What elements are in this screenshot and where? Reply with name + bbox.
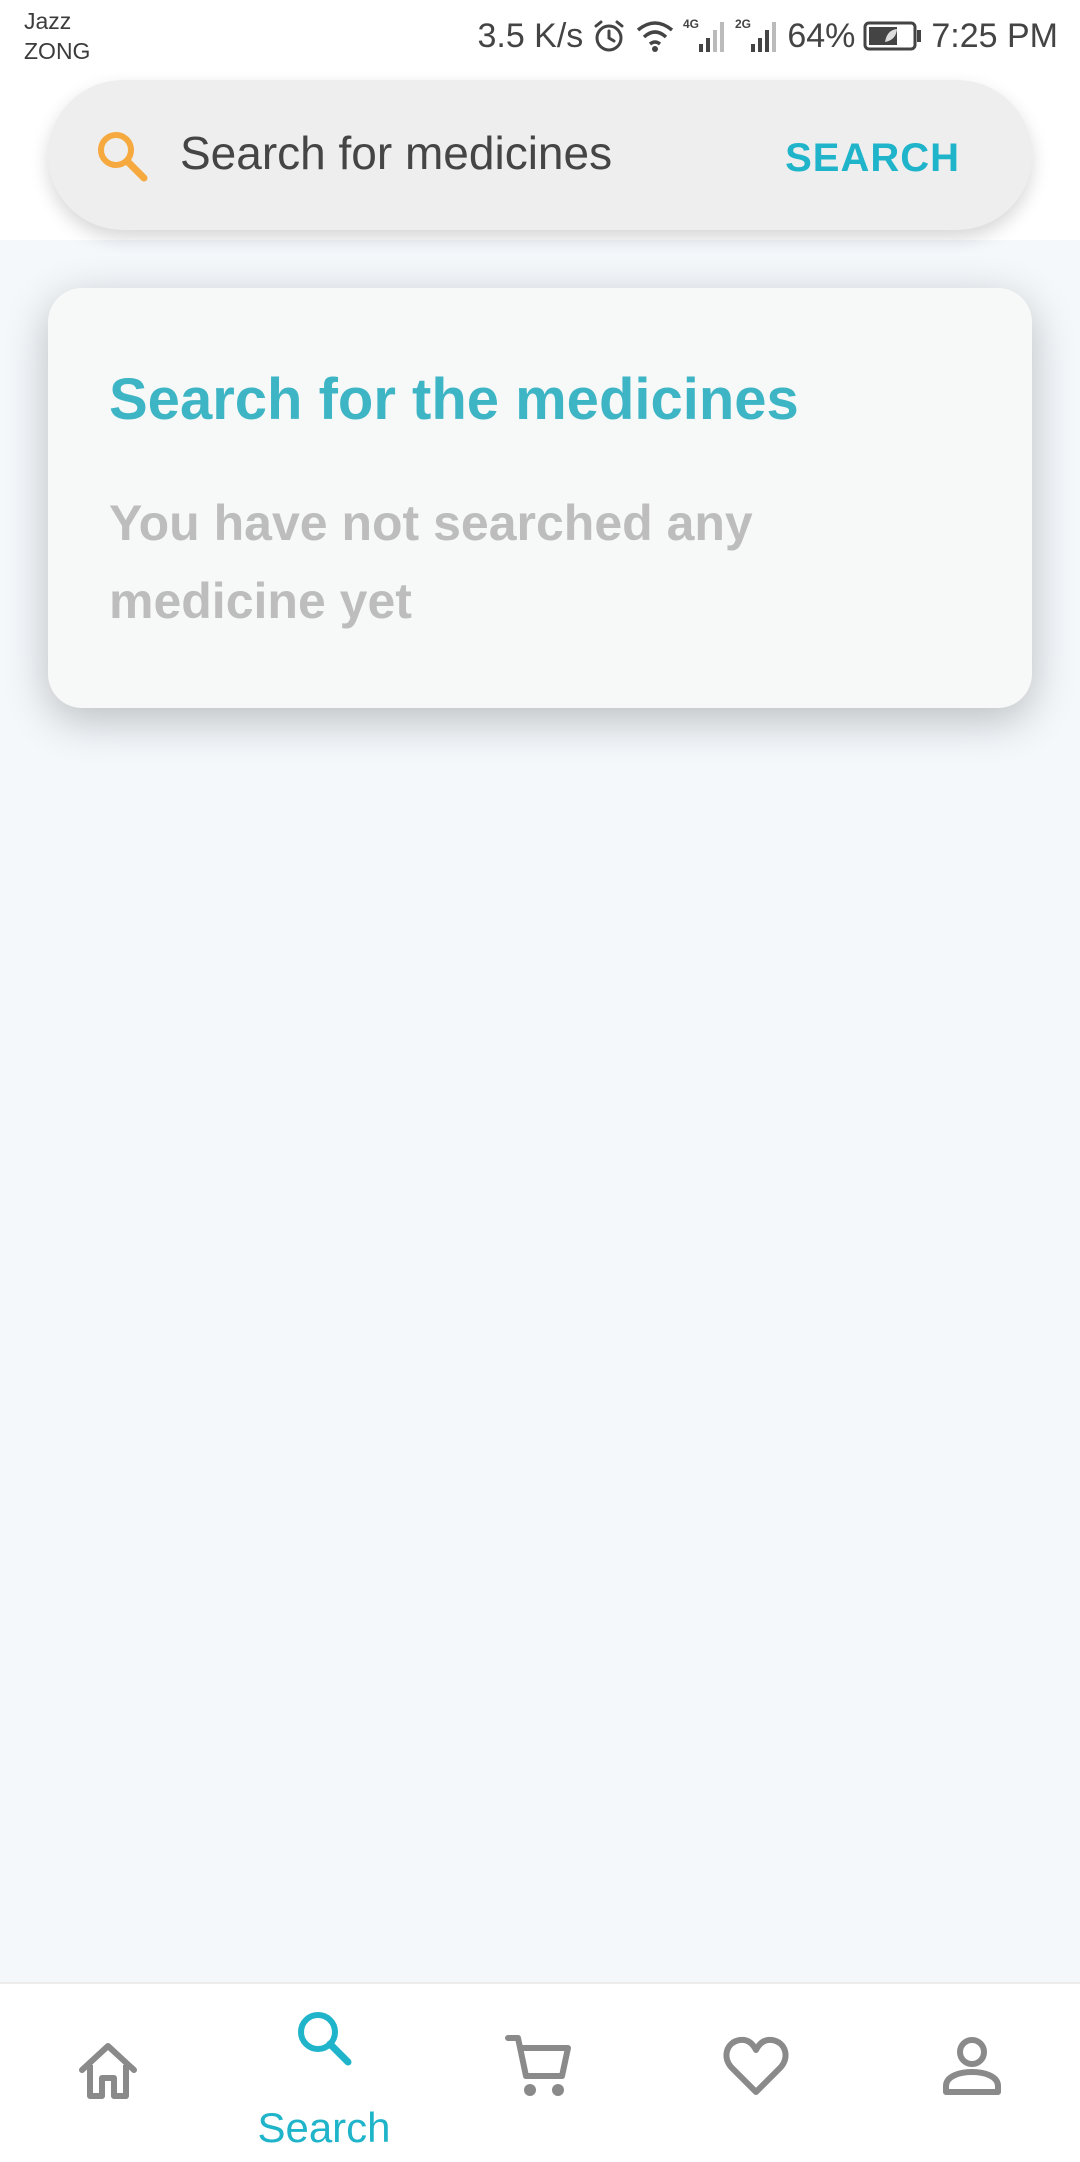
person-icon bbox=[943, 2037, 1001, 2095]
search-icon bbox=[298, 2012, 352, 2066]
svg-text:2G: 2G bbox=[735, 17, 751, 31]
2g-signal-icon: 2G bbox=[735, 16, 779, 56]
empty-state-card: Search for the medicines You have not se… bbox=[48, 288, 1032, 708]
4g-signal-icon: 4G bbox=[683, 16, 727, 56]
svg-text:4G: 4G bbox=[683, 17, 699, 31]
nav-label-search: Search bbox=[257, 2104, 391, 2151]
status-bar: Jazz ZONG 3.5 K/s 4G 2G 64% 7:25 PM bbox=[0, 0, 1080, 72]
empty-state-title: Search for the medicines bbox=[109, 367, 799, 432]
bottom-navigation: Search bbox=[0, 1982, 1080, 2162]
search-button[interactable]: SEARCH bbox=[785, 130, 960, 186]
search-bar[interactable]: SEARCH bbox=[48, 80, 1032, 230]
nav-item-cart[interactable] bbox=[432, 1984, 648, 2162]
carrier-1: Jazz bbox=[24, 8, 72, 34]
network-speed: 3.5 K/s bbox=[477, 16, 584, 55]
heart-icon bbox=[723, 2036, 789, 2095]
wifi-icon bbox=[635, 18, 675, 54]
nav-item-home[interactable] bbox=[0, 1984, 216, 2162]
home-icon bbox=[79, 2043, 137, 2099]
status-indicators: 3.5 K/s 4G 2G 64% 7:25 PM bbox=[477, 12, 1058, 60]
nav-item-search[interactable]: Search bbox=[216, 1984, 432, 2162]
search-icon bbox=[92, 126, 154, 193]
cart-icon bbox=[505, 2035, 571, 2096]
nav-item-favorites[interactable] bbox=[648, 1984, 864, 2162]
clock-time: 7:25 PM bbox=[931, 16, 1058, 55]
carrier-2: ZONG bbox=[24, 38, 91, 64]
empty-state-message: You have not searched any medicine yet bbox=[109, 495, 753, 629]
search-input[interactable] bbox=[178, 118, 780, 188]
battery-percent: 64% bbox=[787, 16, 856, 55]
battery-icon bbox=[863, 20, 923, 52]
alarm-icon bbox=[591, 18, 627, 54]
carrier-names: Jazz ZONG bbox=[24, 6, 90, 66]
nav-item-profile[interactable] bbox=[864, 1984, 1080, 2162]
